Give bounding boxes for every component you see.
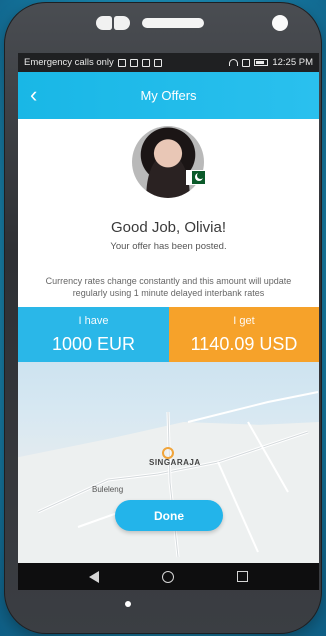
nav-home-icon[interactable] <box>161 570 174 583</box>
status-left: Emergency calls only <box>24 57 162 68</box>
nav-recents-icon[interactable] <box>236 571 248 582</box>
download-icon <box>129 58 138 67</box>
screen: Emergency calls only 12:25 PM ‹ My Offer… <box>18 53 319 590</box>
have-label: I have <box>78 315 109 327</box>
speaker-left <box>96 16 112 30</box>
nav-back-icon[interactable] <box>89 570 100 583</box>
rate-info-text: Currency rates change constantly and thi… <box>45 276 292 298</box>
get-panel: I get 1140.09 USD <box>169 307 319 362</box>
have-panel: I have 1000 EUR <box>18 307 169 362</box>
status-bar: Emergency calls only 12:25 PM <box>18 53 319 72</box>
have-value: 1000 EUR <box>51 334 136 354</box>
map-view[interactable]: SINGARAJA Buleleng <box>18 362 319 563</box>
location-icon <box>117 58 126 67</box>
app-bar: ‹ My Offers <box>18 72 319 119</box>
earpiece <box>142 18 204 28</box>
status-carrier-text: Emergency calls only <box>24 57 114 68</box>
map-city-label: SINGARAJA <box>149 458 201 467</box>
done-button[interactable]: Done <box>115 500 223 531</box>
status-right: 12:25 PM <box>229 57 313 68</box>
facebook-icon <box>141 58 150 67</box>
page-title: My Offers <box>140 88 197 103</box>
front-camera <box>272 15 288 31</box>
get-value: 1140.09 USD <box>190 334 298 354</box>
wifi-icon <box>229 59 239 66</box>
pakistan-flag-icon <box>186 170 206 185</box>
battery-icon <box>254 59 269 66</box>
gallery-icon <box>153 58 162 67</box>
get-label: I get <box>233 315 255 327</box>
system-navbar <box>18 563 319 590</box>
avatar <box>132 126 204 198</box>
success-headline: Good Job, Olivia! <box>110 219 227 236</box>
success-subline: Your offer has been posted. <box>110 241 227 252</box>
signal-icon <box>242 58 251 67</box>
map-area-label: Buleleng <box>92 485 124 494</box>
back-icon[interactable]: ‹ <box>30 84 46 106</box>
home-indicator-dot <box>125 601 131 607</box>
crescent-icon <box>195 172 204 181</box>
speaker-right <box>114 16 130 30</box>
status-time: 12:25 PM <box>272 57 313 68</box>
